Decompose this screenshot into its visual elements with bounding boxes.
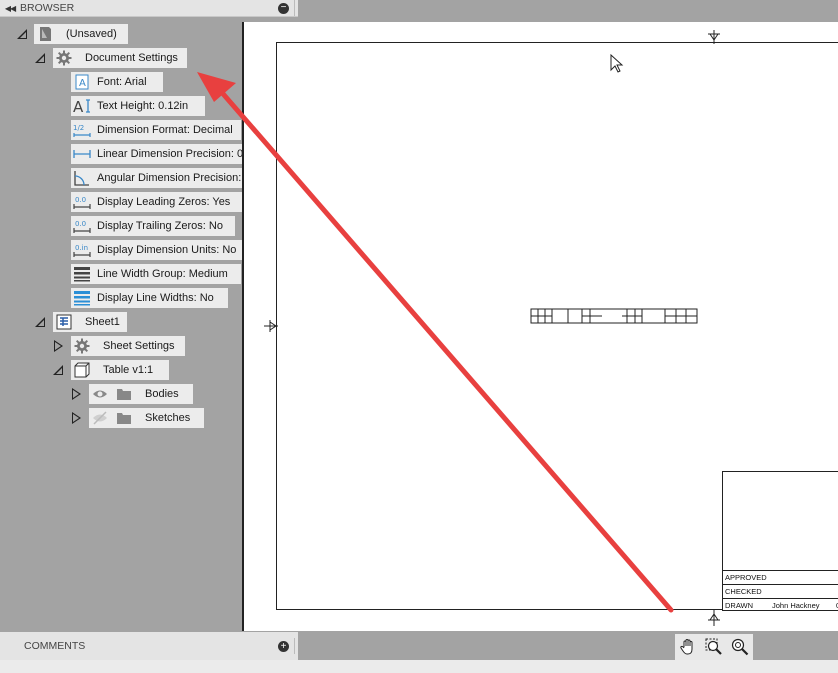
sheet-icon <box>55 313 73 331</box>
folder-icon <box>115 409 133 427</box>
setting-label: Display Line Widths: No <box>97 292 214 304</box>
sketches-label: Sketches <box>145 412 191 424</box>
setting-angular-precision[interactable]: Angular Dimension Precision: 0.1 <box>71 168 268 188</box>
title-block-approved: APPROVED <box>723 570 838 584</box>
setting-label: Text Height: 0.12in <box>97 100 189 112</box>
navigation-toolbar <box>675 634 753 660</box>
header-divider <box>294 0 295 16</box>
dimension-units-icon: 0.in <box>73 241 91 259</box>
approved-label: APPROVED <box>725 573 767 582</box>
tree-bodies[interactable]: Bodies <box>89 384 193 404</box>
leading-zeros-icon: 0.0 <box>73 193 91 211</box>
setting-trailing-zeros[interactable]: 0.0 Display Trailing Zeros: No <box>71 216 235 236</box>
part-view <box>530 308 698 324</box>
setting-label: Display Dimension Units: No <box>97 244 237 256</box>
document-settings-expander[interactable] <box>33 51 47 65</box>
mouse-cursor-icon <box>610 53 624 73</box>
title-block: APPROVED CHECKED DRAWN John Hackney 0 <box>722 471 838 611</box>
svg-text:0.0: 0.0 <box>75 220 86 228</box>
bottom-center-mark <box>708 610 720 626</box>
trailing-zeros-icon: 0.0 <box>73 217 91 235</box>
document-icon <box>36 25 54 43</box>
table-expander[interactable] <box>51 363 65 377</box>
comments-divider <box>294 638 295 654</box>
sheet1-label: Sheet1 <box>85 316 120 328</box>
checked-label: CHECKED <box>725 587 762 596</box>
component-icon <box>73 361 91 379</box>
left-center-mark <box>264 320 278 332</box>
svg-text:A: A <box>79 78 86 89</box>
sketches-expander[interactable] <box>69 411 83 425</box>
sheet-settings-label: Sheet Settings <box>103 340 175 352</box>
font-icon: A <box>73 73 91 91</box>
tree-table[interactable]: Table v1:1 <box>71 360 169 380</box>
setting-line-width-group[interactable]: Line Width Group: Medium <box>71 264 241 284</box>
drawn-label: DRAWN <box>725 601 754 610</box>
zoom-window-icon[interactable] <box>704 637 724 657</box>
root-expander[interactable] <box>15 27 29 41</box>
line-width-group-icon <box>73 265 91 283</box>
setting-dimension-units[interactable]: 0.in Display Dimension Units: No <box>71 240 247 260</box>
status-strip <box>0 660 838 673</box>
hidden-eye-icon[interactable] <box>91 409 109 427</box>
setting-font[interactable]: A Font: Arial <box>71 72 163 92</box>
minimize-browser-icon[interactable]: − <box>278 2 289 14</box>
add-comment-icon[interactable]: + <box>278 640 289 652</box>
tree-sheet1[interactable]: Sheet1 <box>53 312 127 332</box>
bodies-label: Bodies <box>145 388 179 400</box>
svg-text:0.0: 0.0 <box>75 196 86 204</box>
setting-line-widths[interactable]: Display Line Widths: No <box>71 288 228 308</box>
svg-text:A: A <box>73 98 84 114</box>
setting-label: Display Leading Zeros: Yes <box>97 196 231 208</box>
gear-icon <box>73 337 91 355</box>
text-height-icon: A <box>73 97 91 115</box>
comments-label: COMMENTS <box>24 640 86 652</box>
setting-label: Dimension Format: Decimal <box>97 124 233 136</box>
title-block-checked: CHECKED <box>723 584 838 598</box>
setting-dimension-format[interactable]: 1/2 Dimension Format: Decimal <box>71 120 241 140</box>
tree-sheet-settings[interactable]: Sheet Settings <box>71 336 185 356</box>
top-center-mark <box>708 30 720 44</box>
sheet1-expander[interactable] <box>33 315 47 329</box>
browser-header: ◀◀ BROWSER − <box>0 0 298 17</box>
setting-label: Font: Arial <box>97 76 147 88</box>
collapse-panel-icon[interactable]: ◀◀ <box>0 4 20 13</box>
visibility-eye-icon[interactable] <box>91 385 109 403</box>
setting-label: Display Trailing Zeros: No <box>97 220 223 232</box>
svg-text:0.in: 0.in <box>75 244 88 252</box>
document-settings-label: Document Settings <box>85 52 178 64</box>
angular-dimension-icon <box>73 169 91 187</box>
tree-root-unsaved[interactable]: (Unsaved) <box>34 24 128 44</box>
browser-title: BROWSER <box>20 2 75 14</box>
setting-linear-precision[interactable]: Linear Dimension Precision: 0.123 <box>71 144 266 164</box>
zoom-icon[interactable] <box>730 637 750 657</box>
dimension-format-icon: 1/2 <box>73 121 91 139</box>
folder-icon <box>115 385 133 403</box>
title-block-drawn: DRAWN John Hackney 0 <box>723 598 838 612</box>
setting-label: Linear Dimension Precision: 0.123 <box>97 148 265 160</box>
gear-icon <box>55 49 73 67</box>
setting-label: Line Width Group: Medium <box>97 268 228 280</box>
drawn-by-name: John Hackney <box>772 601 820 610</box>
setting-text-height[interactable]: A Text Height: 0.12in <box>71 96 205 116</box>
root-label: (Unsaved) <box>66 28 117 40</box>
pan-hand-icon[interactable] <box>678 637 698 657</box>
comments-bar[interactable]: COMMENTS + <box>0 632 298 660</box>
sheet-settings-expander[interactable] <box>51 339 65 353</box>
svg-text:1/2: 1/2 <box>73 124 84 132</box>
line-widths-icon <box>73 289 91 307</box>
setting-leading-zeros[interactable]: 0.0 Display Leading Zeros: Yes <box>71 192 247 212</box>
bodies-expander[interactable] <box>69 387 83 401</box>
table-label: Table v1:1 <box>103 364 154 376</box>
tree-document-settings[interactable]: Document Settings <box>53 48 187 68</box>
tree-sketches[interactable]: Sketches <box>89 408 204 428</box>
linear-dimension-icon <box>73 145 91 163</box>
